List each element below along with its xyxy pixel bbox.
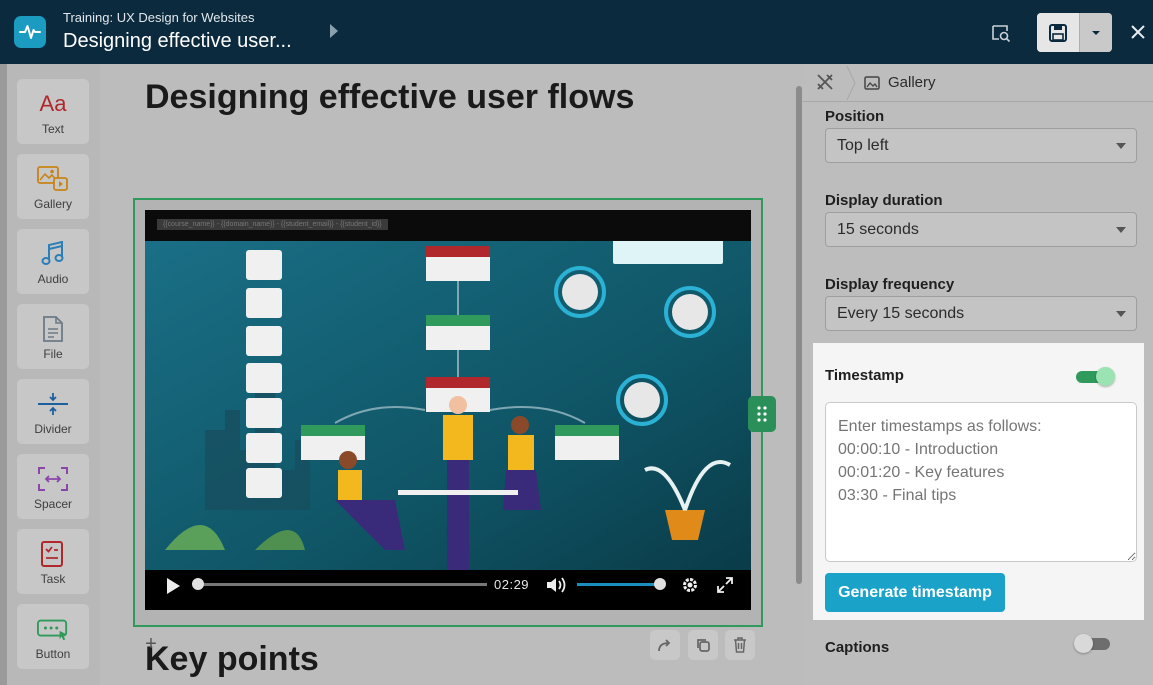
button-icon [37, 614, 69, 644]
block-heading[interactable]: Key points [145, 640, 319, 679]
chevron-down-icon [1092, 30, 1100, 35]
save-button-group [1037, 13, 1112, 52]
position-label: Position [825, 108, 885, 125]
palette-edge [0, 64, 7, 685]
text-aa-icon: Aa [37, 89, 69, 119]
tool-label: Audio [37, 272, 69, 286]
video-time: 02:29 [494, 577, 530, 592]
tool-file[interactable]: File [17, 304, 89, 369]
spacer-icon [37, 464, 69, 494]
captions-label: Captions [825, 639, 890, 656]
breadcrumb-separator [846, 65, 856, 101]
frequency-value: Every 15 seconds [837, 305, 965, 322]
duration-label: Display duration [825, 192, 943, 209]
drag-handle-icon[interactable] [748, 396, 776, 432]
gallery-icon [37, 164, 69, 194]
task-icon [37, 539, 69, 569]
image-icon [864, 76, 880, 95]
tool-label: Task [40, 572, 66, 586]
generate-timestamp-button[interactable]: Generate timestamp [825, 573, 1005, 612]
caret-down-icon [1116, 143, 1126, 149]
redo-arrow-icon [658, 639, 671, 652]
tool-label: Divider [34, 422, 72, 436]
tool-divider[interactable]: Divider [17, 379, 89, 444]
tool-label: Button [35, 647, 71, 661]
toggle-knob [1074, 634, 1093, 653]
copy-icon [697, 639, 710, 652]
save-options-button[interactable] [1079, 13, 1112, 52]
app-logo-icon[interactable] [14, 16, 46, 48]
lesson-title[interactable]: Designing effective user... [63, 30, 292, 53]
save-button[interactable] [1037, 13, 1079, 52]
close-button[interactable] [1128, 22, 1148, 42]
close-icon [1131, 25, 1145, 39]
tool-text[interactable]: Aa Text [17, 79, 89, 144]
top-bar: Training: UX Design for Websites Designi… [0, 0, 1153, 64]
caret-down-icon [1116, 227, 1126, 233]
tool-label: File [43, 347, 63, 361]
trash-icon [734, 637, 746, 653]
frequency-select[interactable]: Every 15 seconds [825, 296, 1137, 331]
watermark-bar: {{course_name}} - {{domain_name}} - {{st… [145, 210, 751, 241]
page-title[interactable]: Designing effective user flows [145, 78, 634, 117]
volume-icon[interactable] [546, 576, 568, 599]
frequency-label: Display frequency [825, 276, 955, 293]
music-note-icon [37, 239, 69, 269]
tool-audio[interactable]: Audio [17, 229, 89, 294]
position-select[interactable]: Top left [825, 128, 1137, 163]
video-progress-bar[interactable] [197, 583, 487, 586]
gear-icon[interactable] [681, 576, 699, 599]
tool-spacer[interactable]: Spacer [17, 454, 89, 519]
preview-icon[interactable] [990, 22, 1012, 44]
video-controls [145, 570, 751, 610]
tool-label: Gallery [33, 197, 72, 211]
canvas-scrollbar[interactable] [796, 86, 802, 584]
floppy-disk-icon [1049, 23, 1067, 42]
timestamp-section: Timestamp Generate timestamp [813, 343, 1144, 620]
design-tools-icon[interactable] [815, 72, 835, 97]
tool-label: Spacer [33, 497, 73, 511]
file-icon [37, 314, 69, 344]
breadcrumb-gallery[interactable]: Gallery [888, 74, 936, 91]
tool-button[interactable]: Button [17, 604, 89, 669]
tool-label: Text [41, 122, 64, 136]
timestamp-label: Timestamp [825, 367, 904, 384]
text-glyph: Aa [39, 91, 67, 116]
tool-task[interactable]: Task [17, 529, 89, 594]
timestamp-textarea[interactable] [825, 402, 1137, 562]
add-block-button[interactable]: + [139, 632, 163, 656]
timestamp-toggle[interactable] [1076, 366, 1115, 386]
duplicate-block-button[interactable] [688, 630, 718, 660]
expand-arrow-icon[interactable] [330, 24, 338, 38]
captions-toggle[interactable] [1074, 634, 1114, 654]
duration-value: 15 seconds [837, 221, 919, 238]
delete-block-button[interactable] [725, 630, 755, 660]
volume-handle[interactable] [654, 578, 666, 590]
caret-down-icon [1116, 311, 1126, 317]
divider-icon [37, 389, 69, 419]
move-block-button[interactable] [650, 630, 680, 660]
course-title[interactable]: Training: UX Design for Websites [63, 10, 254, 25]
position-value: Top left [837, 137, 889, 154]
fullscreen-icon[interactable] [716, 576, 734, 599]
duration-select[interactable]: 15 seconds [825, 212, 1137, 247]
toggle-knob [1096, 367, 1115, 386]
play-icon[interactable] [165, 577, 181, 600]
video-progress-handle[interactable] [192, 578, 204, 590]
video-player[interactable]: {{course_name}} - {{domain_name}} - {{st… [145, 210, 751, 610]
tool-gallery[interactable]: Gallery [17, 154, 89, 219]
video-thumbnail [145, 238, 751, 581]
watermark-text: {{course_name}} - {{domain_name}} - {{st… [157, 219, 388, 230]
volume-slider[interactable] [577, 583, 661, 586]
